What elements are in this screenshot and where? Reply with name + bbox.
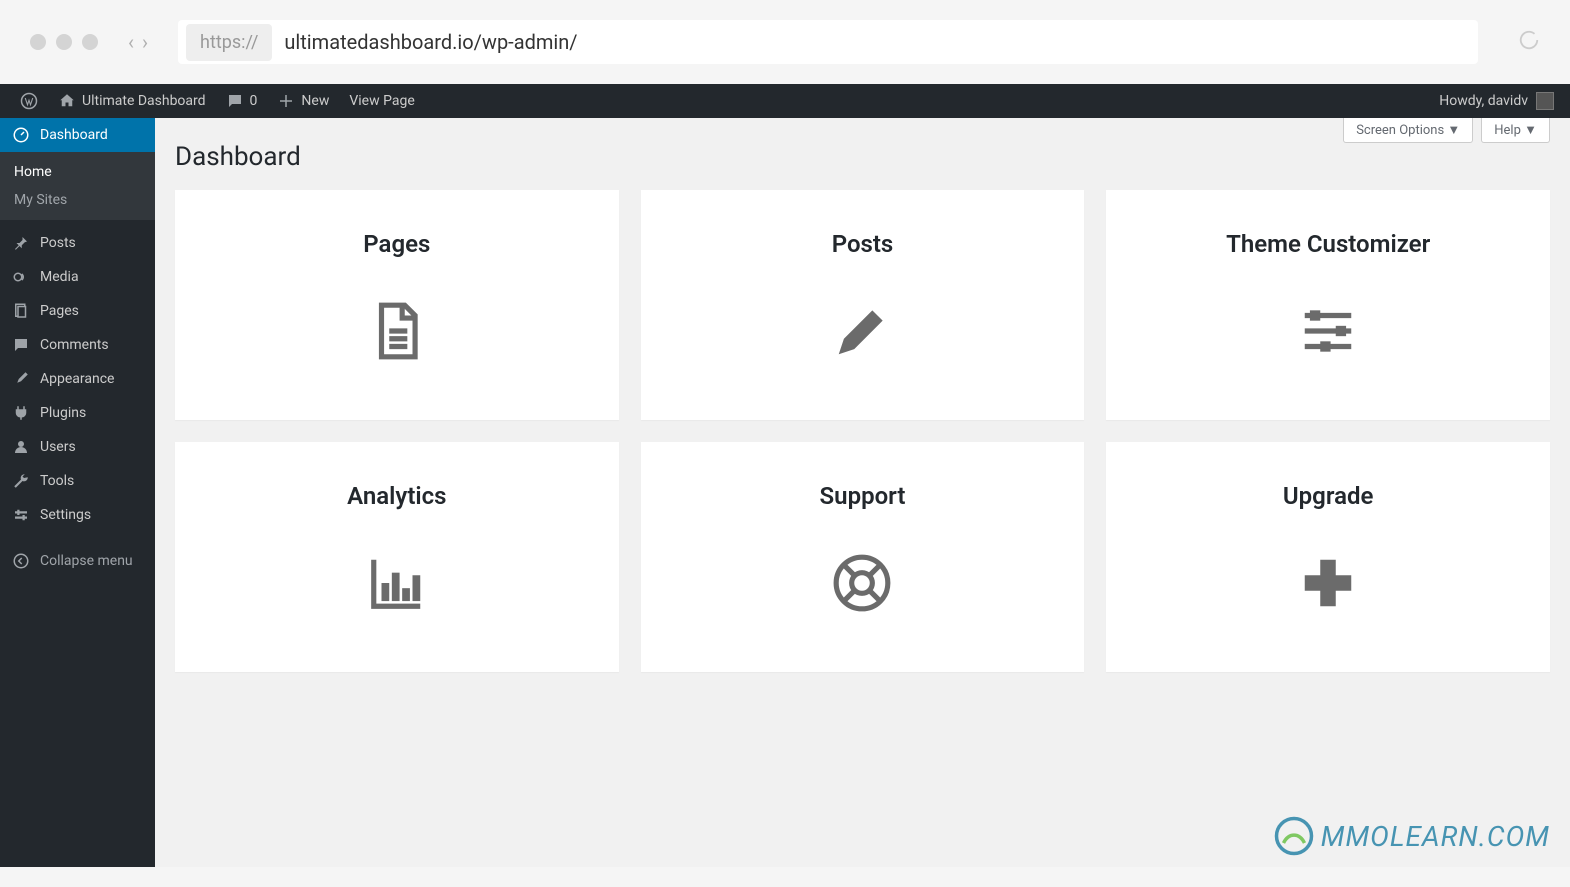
sidebar-item-pages[interactable]: Pages bbox=[0, 294, 155, 328]
url-protocol: https:// bbox=[186, 24, 272, 61]
pin-icon bbox=[12, 234, 30, 252]
submenu-home[interactable]: Home bbox=[0, 158, 155, 186]
wp-admin-bar: Ultimate Dashboard 0 New View Page Howdy… bbox=[0, 84, 1570, 118]
sidebar-item-label: Appearance bbox=[40, 371, 114, 387]
page-icon bbox=[12, 302, 30, 320]
sidebar-item-settings[interactable]: Settings bbox=[0, 498, 155, 532]
wp-logo[interactable] bbox=[10, 84, 48, 118]
widget-title: Posts bbox=[832, 230, 894, 258]
sidebar-item-label: Comments bbox=[40, 337, 109, 353]
sidebar-item-tools[interactable]: Tools bbox=[0, 464, 155, 498]
top-tabs: Screen Options ▼ Help ▼ bbox=[1343, 118, 1550, 143]
pencil-icon bbox=[829, 298, 895, 364]
greeting: Howdy, davidv bbox=[1439, 93, 1528, 109]
widget-theme-customizer[interactable]: Theme Customizer bbox=[1106, 190, 1550, 420]
sidebar-item-label: Tools bbox=[40, 473, 74, 489]
dashboard-icon bbox=[12, 126, 30, 144]
wrench-icon bbox=[12, 472, 30, 490]
lifebuoy-icon bbox=[829, 550, 895, 616]
plus-icon bbox=[1295, 550, 1361, 616]
collapse-icon bbox=[12, 552, 30, 570]
collapse-menu[interactable]: Collapse menu bbox=[0, 542, 155, 580]
settings-icon bbox=[12, 506, 30, 524]
widgets-grid: Pages Posts Theme Customizer Analytics bbox=[175, 190, 1550, 672]
widget-pages[interactable]: Pages bbox=[175, 190, 619, 420]
widget-analytics[interactable]: Analytics bbox=[175, 442, 619, 672]
sidebar-item-media[interactable]: Media bbox=[0, 260, 155, 294]
new-label: New bbox=[301, 93, 329, 109]
nav-arrows: ‹ › bbox=[118, 30, 158, 54]
sidebar-submenu: Home My Sites bbox=[0, 152, 155, 220]
sidebar-item-label: Settings bbox=[40, 507, 91, 523]
site-link[interactable]: Ultimate Dashboard bbox=[48, 84, 216, 118]
sidebar-item-posts[interactable]: Posts bbox=[0, 226, 155, 260]
sidebar-item-label: Users bbox=[40, 439, 76, 455]
widget-title: Pages bbox=[363, 230, 430, 258]
new-link[interactable]: New bbox=[267, 84, 339, 118]
sidebar: Dashboard Home My Sites Posts Media Page… bbox=[0, 118, 155, 867]
view-page-label: View Page bbox=[349, 93, 414, 109]
sliders-icon bbox=[1295, 298, 1361, 364]
help-tab[interactable]: Help ▼ bbox=[1481, 118, 1550, 143]
watermark-text: MMOLEARN.COM bbox=[1321, 820, 1550, 853]
sidebar-item-plugins[interactable]: Plugins bbox=[0, 396, 155, 430]
nav-forward-icon[interactable]: › bbox=[142, 30, 148, 54]
url-bar[interactable]: https:// ultimatedashboard.io/wp-admin/ bbox=[178, 20, 1478, 64]
watermark: MMOLEARN.COM bbox=[1273, 815, 1550, 857]
submenu-my-sites[interactable]: My Sites bbox=[0, 186, 155, 214]
sidebar-item-users[interactable]: Users bbox=[0, 430, 155, 464]
widget-support[interactable]: Support bbox=[641, 442, 1085, 672]
traffic-light-yellow[interactable] bbox=[56, 34, 72, 50]
sidebar-item-label: Pages bbox=[40, 303, 79, 319]
widget-title: Analytics bbox=[347, 482, 446, 510]
sidebar-item-label: Posts bbox=[40, 235, 76, 251]
comments-count: 0 bbox=[250, 93, 258, 109]
plug-icon bbox=[12, 404, 30, 422]
widget-posts[interactable]: Posts bbox=[641, 190, 1085, 420]
media-icon bbox=[12, 268, 30, 286]
site-title: Ultimate Dashboard bbox=[82, 93, 206, 109]
widget-title: Upgrade bbox=[1283, 482, 1373, 510]
traffic-lights bbox=[30, 34, 98, 50]
avatar bbox=[1536, 92, 1554, 110]
widget-title: Support bbox=[820, 482, 906, 510]
sidebar-item-appearance[interactable]: Appearance bbox=[0, 362, 155, 396]
traffic-light-red[interactable] bbox=[30, 34, 46, 50]
url-text: ultimatedashboard.io/wp-admin/ bbox=[284, 30, 577, 54]
traffic-light-green[interactable] bbox=[82, 34, 98, 50]
widget-upgrade[interactable]: Upgrade bbox=[1106, 442, 1550, 672]
nav-back-icon[interactable]: ‹ bbox=[128, 30, 134, 54]
brush-icon bbox=[12, 370, 30, 388]
user-icon bbox=[12, 438, 30, 456]
main-content: Screen Options ▼ Help ▼ Dashboard Pages … bbox=[155, 118, 1570, 867]
sidebar-item-comments[interactable]: Comments bbox=[0, 328, 155, 362]
chart-icon bbox=[364, 550, 430, 616]
sidebar-item-dashboard[interactable]: Dashboard bbox=[0, 118, 155, 152]
browser-chrome: ‹ › https:// ultimatedashboard.io/wp-adm… bbox=[0, 0, 1570, 84]
sidebar-item-label: Dashboard bbox=[40, 127, 108, 143]
comment-icon bbox=[12, 336, 30, 354]
view-page-link[interactable]: View Page bbox=[339, 84, 424, 118]
reload-icon[interactable] bbox=[1518, 29, 1540, 55]
screen-options-tab[interactable]: Screen Options ▼ bbox=[1343, 118, 1473, 143]
doc-icon bbox=[364, 298, 430, 364]
sidebar-item-label: Media bbox=[40, 269, 79, 285]
widget-title: Theme Customizer bbox=[1226, 230, 1430, 258]
user-menu[interactable]: Howdy, davidv bbox=[1439, 92, 1560, 110]
comments-link[interactable]: 0 bbox=[216, 84, 268, 118]
collapse-label: Collapse menu bbox=[40, 553, 133, 569]
sidebar-item-label: Plugins bbox=[40, 405, 86, 421]
